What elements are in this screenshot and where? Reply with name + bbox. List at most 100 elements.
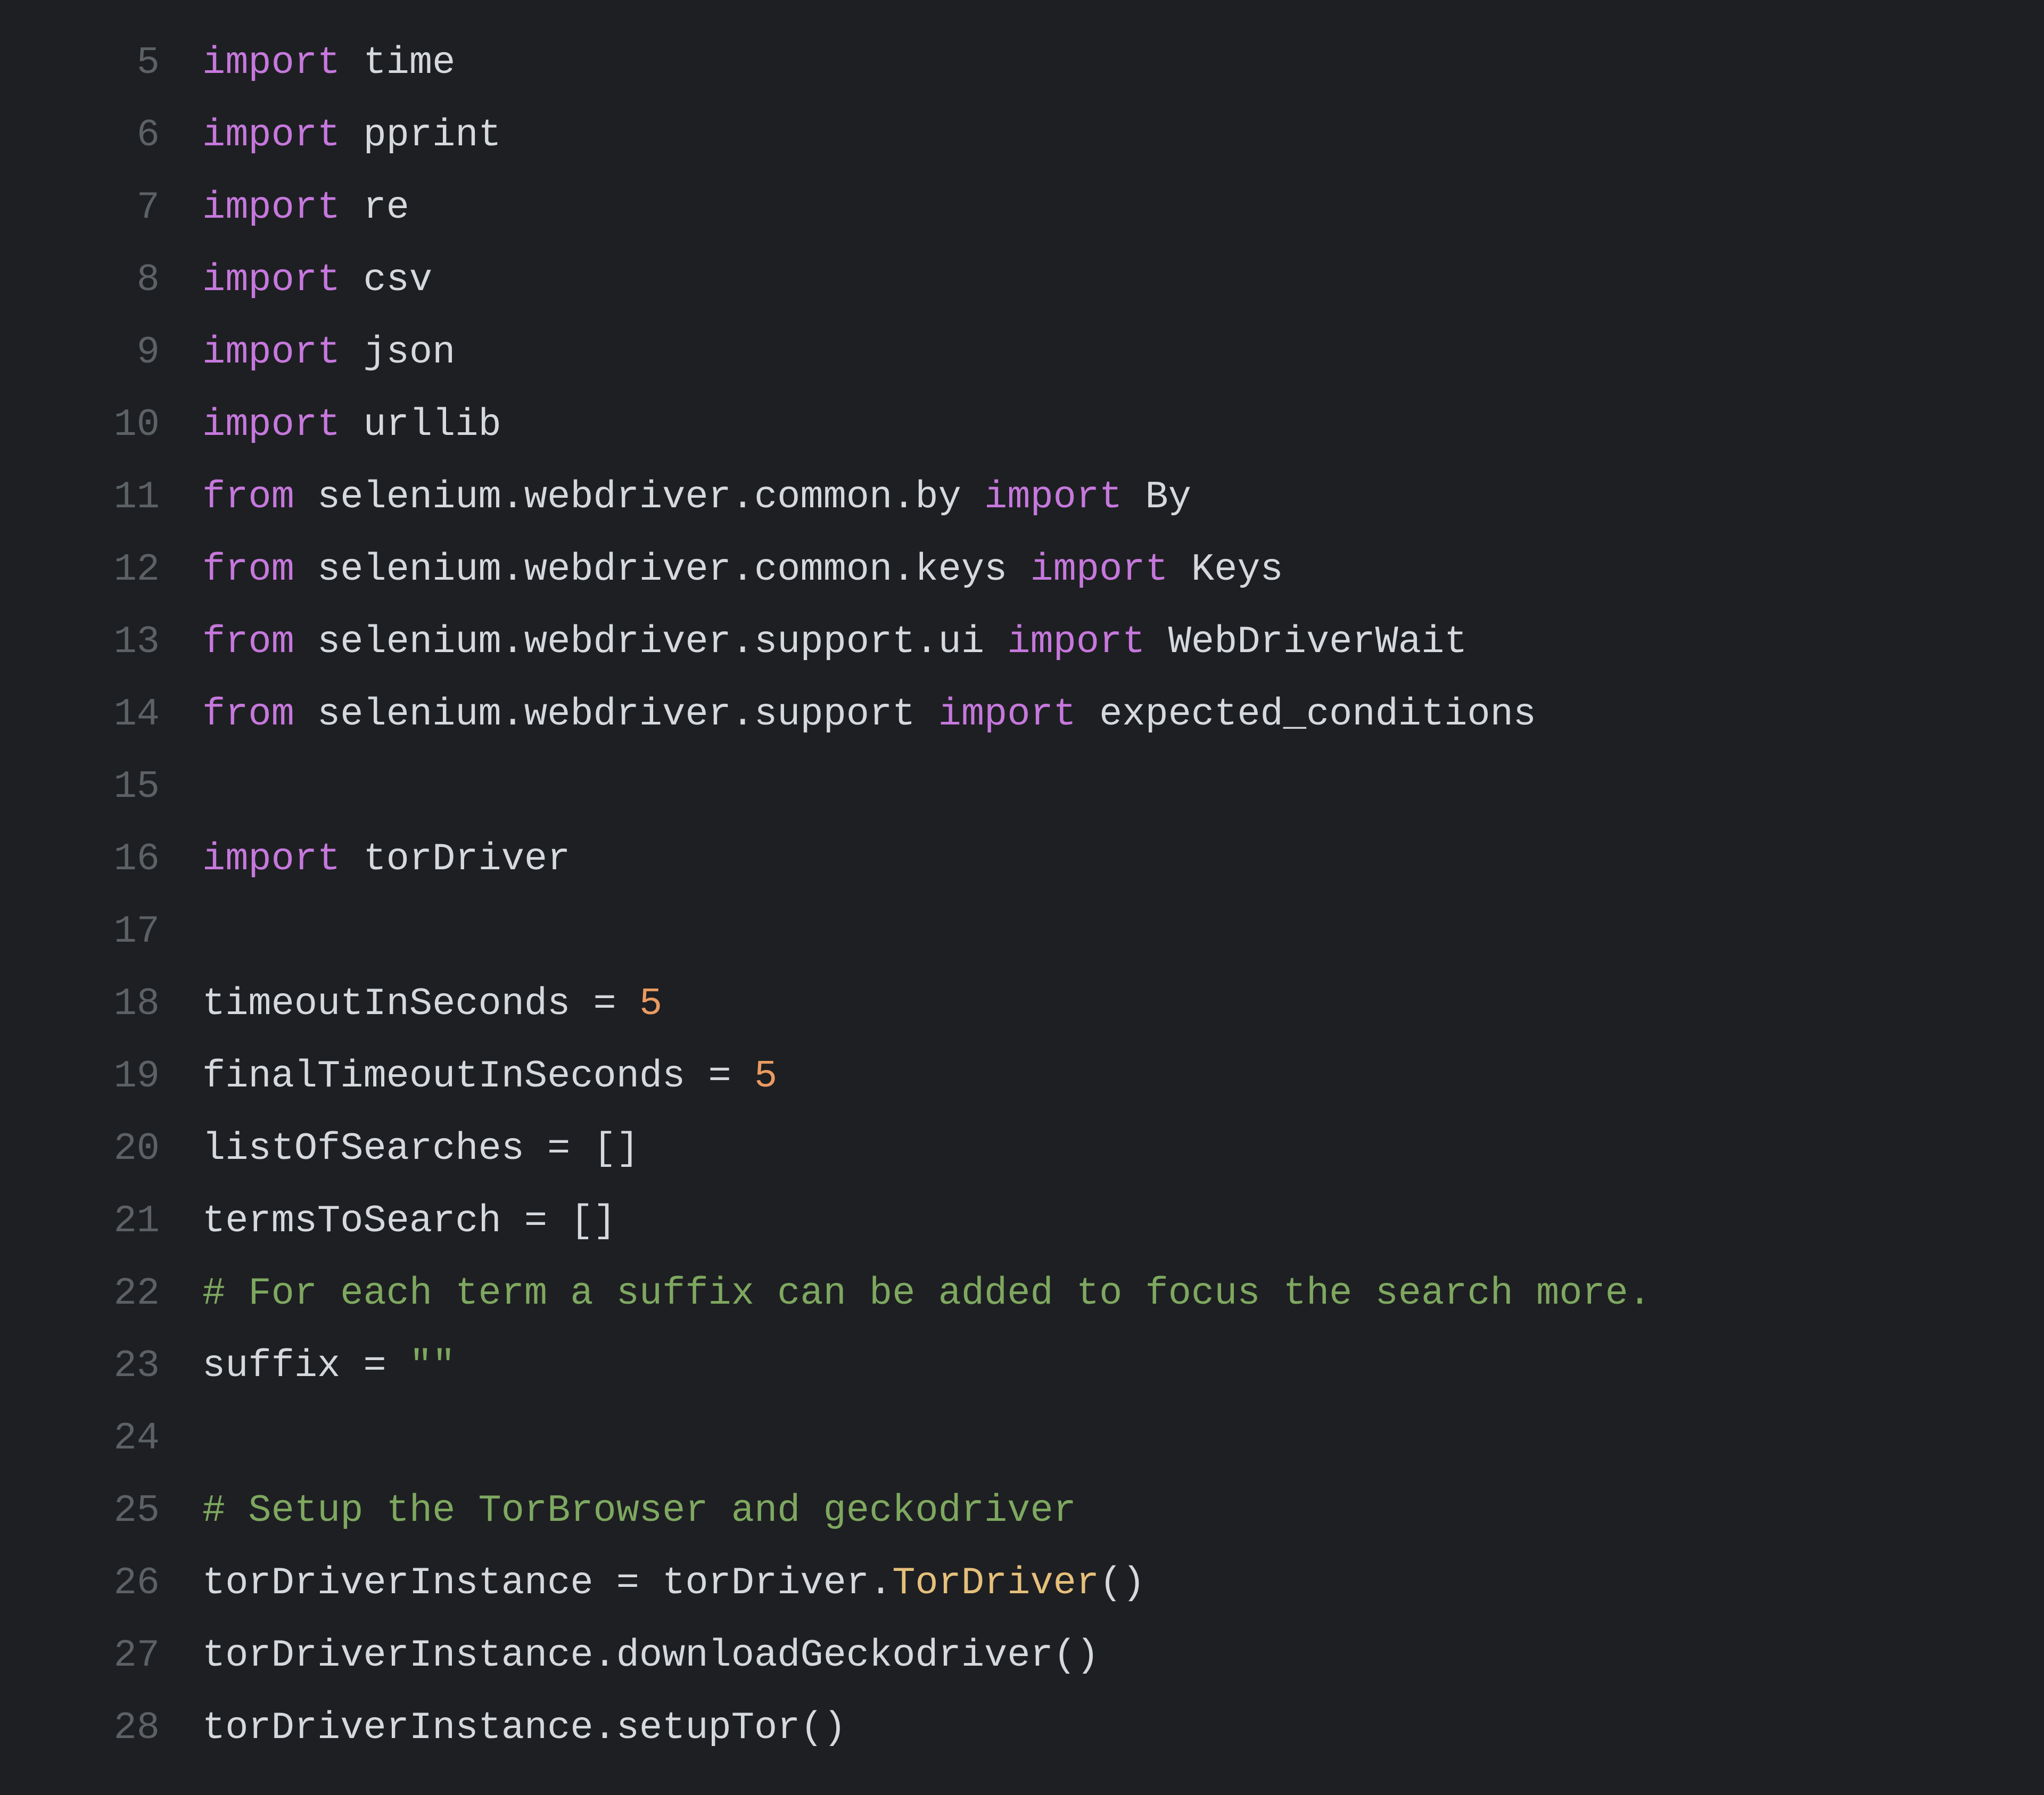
code-line[interactable]: 23suffix = "" xyxy=(0,1330,2044,1402)
code-content[interactable]: import urllib xyxy=(202,389,2044,461)
code-content[interactable]: import pprint xyxy=(202,99,2044,171)
code-token: torDriver xyxy=(340,837,570,881)
code-content[interactable]: from selenium.webdriver.common.keys impo… xyxy=(202,533,2044,606)
code-token: import xyxy=(1030,548,1168,591)
code-content[interactable]: import csv xyxy=(202,244,2044,316)
code-line[interactable]: 24 xyxy=(0,1402,2044,1475)
code-line[interactable]: 11from selenium.webdriver.common.by impo… xyxy=(0,461,2044,533)
code-content[interactable]: timeoutInSeconds = 5 xyxy=(202,968,2044,1040)
code-token: import xyxy=(202,258,340,302)
code-content[interactable]: torDriverInstance.setupTor() xyxy=(202,1692,2044,1764)
code-token: import xyxy=(938,693,1076,736)
code-token: urllib xyxy=(340,403,501,447)
code-token: torDriverInstance.downloadGeckodriver() xyxy=(202,1634,1099,1677)
code-content[interactable]: listOfSearches = [] xyxy=(202,1113,2044,1185)
code-token: finalTimeoutInSeconds = xyxy=(202,1055,754,1098)
code-content[interactable]: from selenium.webdriver.support.ui impor… xyxy=(202,606,2044,678)
line-number: 24 xyxy=(0,1402,202,1475)
line-number: 25 xyxy=(0,1475,202,1547)
code-line[interactable]: 17 xyxy=(0,895,2044,968)
code-line[interactable]: 14from selenium.webdriver.support import… xyxy=(0,678,2044,751)
code-token: time xyxy=(340,41,455,85)
line-number: 22 xyxy=(0,1257,202,1330)
code-token: import xyxy=(984,475,1122,519)
code-token: selenium.webdriver.common.keys xyxy=(294,548,1031,591)
line-number: 11 xyxy=(0,461,202,533)
code-content[interactable]: from selenium.webdriver.common.by import… xyxy=(202,461,2044,533)
code-line[interactable]: 26torDriverInstance = torDriver.TorDrive… xyxy=(0,1547,2044,1619)
code-token: from xyxy=(202,620,294,664)
code-token: WebDriverWait xyxy=(1145,620,1468,664)
line-number: 19 xyxy=(0,1040,202,1113)
code-token: pprint xyxy=(340,113,501,157)
line-number: 13 xyxy=(0,606,202,678)
code-content[interactable]: # For each term a suffix can be added to… xyxy=(202,1257,2044,1330)
code-content[interactable]: # Setup the TorBrowser and geckodriver xyxy=(202,1475,2044,1547)
code-line[interactable]: 9import json xyxy=(0,316,2044,389)
code-token: from xyxy=(202,475,294,519)
code-line[interactable]: 8import csv xyxy=(0,244,2044,316)
code-content[interactable]: termsToSearch = [] xyxy=(202,1185,2044,1257)
code-line[interactable]: 15 xyxy=(0,751,2044,823)
code-line[interactable]: 20listOfSearches = [] xyxy=(0,1113,2044,1185)
line-number: 14 xyxy=(0,678,202,751)
code-token: selenium.webdriver.support.ui xyxy=(294,620,1007,664)
code-token: import xyxy=(202,837,340,881)
code-editor[interactable]: 5import time6import pprint7import re8imp… xyxy=(0,0,2044,1764)
code-token: () xyxy=(1099,1561,1145,1605)
line-number: 5 xyxy=(0,27,202,99)
code-line[interactable]: 21termsToSearch = [] xyxy=(0,1185,2044,1257)
code-token: re xyxy=(340,186,409,229)
code-line[interactable]: 19finalTimeoutInSeconds = 5 xyxy=(0,1040,2044,1113)
code-token: csv xyxy=(340,258,432,302)
code-content[interactable]: torDriverInstance = torDriver.TorDriver(… xyxy=(202,1547,2044,1619)
code-content[interactable]: import json xyxy=(202,316,2044,389)
code-content[interactable]: torDriverInstance.downloadGeckodriver() xyxy=(202,1619,2044,1692)
line-number: 6 xyxy=(0,99,202,171)
code-token: selenium.webdriver.support xyxy=(294,693,938,736)
code-line[interactable]: 5import time xyxy=(0,27,2044,99)
code-token: # For each term a suffix can be added to… xyxy=(202,1272,1651,1315)
code-token: # Setup the TorBrowser and geckodriver xyxy=(202,1489,1076,1533)
code-line[interactable]: 16import torDriver xyxy=(0,823,2044,895)
code-token: selenium.webdriver.common.by xyxy=(294,475,984,519)
code-line[interactable]: 28torDriverInstance.setupTor() xyxy=(0,1692,2044,1764)
code-content[interactable]: import torDriver xyxy=(202,823,2044,895)
code-token: timeoutInSeconds = xyxy=(202,982,639,1026)
line-number: 20 xyxy=(0,1113,202,1185)
line-number: 15 xyxy=(0,751,202,823)
line-number: 9 xyxy=(0,316,202,389)
code-line[interactable]: 18timeoutInSeconds = 5 xyxy=(0,968,2044,1040)
code-line[interactable]: 27torDriverInstance.downloadGeckodriver(… xyxy=(0,1619,2044,1692)
line-number: 26 xyxy=(0,1547,202,1619)
code-token: torDriverInstance.setupTor() xyxy=(202,1706,846,1750)
code-content[interactable]: import re xyxy=(202,171,2044,244)
code-line[interactable]: 25# Setup the TorBrowser and geckodriver xyxy=(0,1475,2044,1547)
code-line[interactable]: 7import re xyxy=(0,171,2044,244)
line-number: 28 xyxy=(0,1692,202,1764)
code-token: expected_conditions xyxy=(1076,693,1536,736)
code-token: json xyxy=(340,331,455,374)
code-line[interactable]: 22# For each term a suffix can be added … xyxy=(0,1257,2044,1330)
code-line[interactable]: 13from selenium.webdriver.support.ui imp… xyxy=(0,606,2044,678)
code-token: 5 xyxy=(639,982,662,1026)
code-token: By xyxy=(1122,475,1191,519)
code-token: from xyxy=(202,693,294,736)
line-number: 27 xyxy=(0,1619,202,1692)
code-token: TorDriver xyxy=(892,1561,1099,1605)
line-number: 17 xyxy=(0,895,202,968)
code-token: listOfSearches = [] xyxy=(202,1127,639,1171)
line-number: 10 xyxy=(0,389,202,461)
line-number: 16 xyxy=(0,823,202,895)
code-token: from xyxy=(202,548,294,591)
code-token: torDriverInstance = torDriver. xyxy=(202,1561,892,1605)
code-content[interactable]: from selenium.webdriver.support import e… xyxy=(202,678,2044,751)
code-content[interactable]: import time xyxy=(202,27,2044,99)
code-content[interactable]: suffix = "" xyxy=(202,1330,2044,1402)
code-line[interactable]: 6import pprint xyxy=(0,99,2044,171)
code-line[interactable]: 10import urllib xyxy=(0,389,2044,461)
code-content[interactable]: finalTimeoutInSeconds = 5 xyxy=(202,1040,2044,1113)
line-number: 18 xyxy=(0,968,202,1040)
code-token: termsToSearch = [] xyxy=(202,1199,616,1243)
code-line[interactable]: 12from selenium.webdriver.common.keys im… xyxy=(0,533,2044,606)
